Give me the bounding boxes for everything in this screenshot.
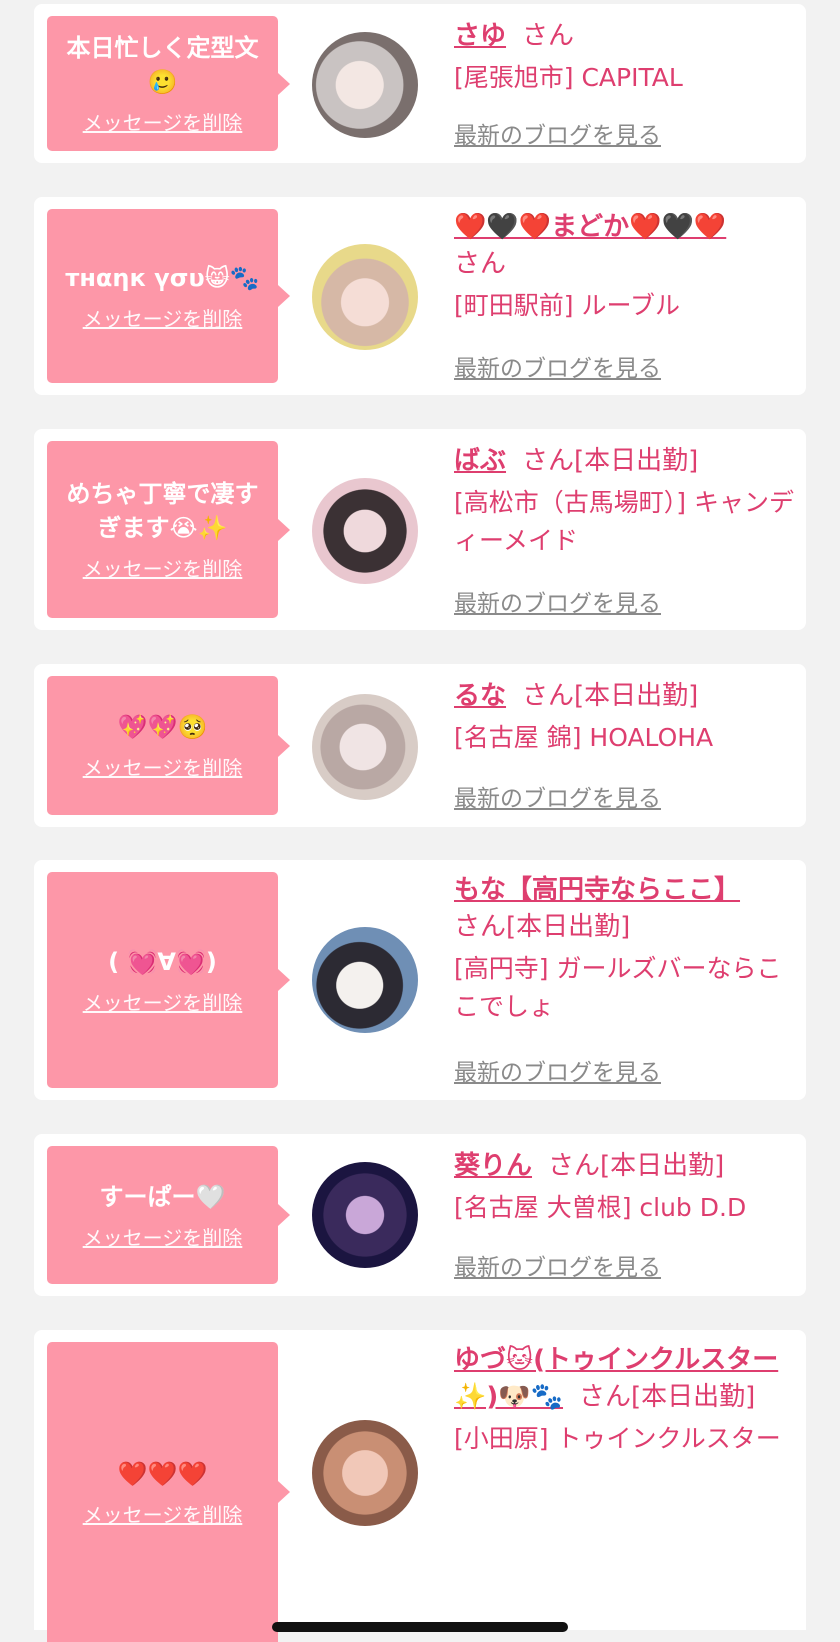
latest-blog-link[interactable]: 最新のブログを見る — [454, 1053, 661, 1087]
latest-blog-link[interactable]: 最新のブログを見る — [454, 779, 661, 813]
delete-message-link[interactable]: メッセージを削除 — [83, 987, 243, 1016]
honorific: さん — [522, 21, 575, 51]
message-bubble: すーぱー🤍 メッセージを削除 — [47, 1146, 290, 1284]
message-bubble: めちゃ丁寧で凄す ぎます😭✨ メッセージを削除 — [47, 441, 290, 618]
list-item: тнαηк үσυ😸🐾 メッセージを削除 ❤️🖤❤️まどか❤️🖤❤️ さん [町田… — [34, 197, 806, 395]
message-text: 本日忙しく定型文 🥲 — [66, 34, 259, 96]
cast-name-link[interactable]: ❤️🖤❤️まどか❤️🖤❤️ — [454, 212, 726, 242]
cast-name-link[interactable]: さゆ — [454, 21, 506, 51]
cast-name-link[interactable]: もな【高円寺ならここ】 — [454, 875, 740, 905]
honorific: さん — [522, 446, 575, 476]
message-text: めちゃ丁寧で凄す ぎます😭✨ — [66, 480, 259, 542]
cast-name-link[interactable]: 葵りん — [454, 1151, 532, 1181]
shop-name: [高円寺] ガールズバーならここでしょ — [454, 954, 782, 1021]
honorific: さん — [579, 1382, 632, 1412]
avatar[interactable] — [312, 1162, 418, 1268]
latest-blog-link[interactable]: 最新のブログを見る — [454, 116, 661, 150]
honorific: さん — [454, 249, 507, 279]
cast-name-link[interactable]: るな — [454, 681, 506, 711]
cast-info: ❤️🖤❤️まどか❤️🖤❤️ さん [町田駅前] ルーブル — [454, 209, 794, 325]
home-indicator — [272, 1622, 568, 1632]
avatar[interactable] — [312, 244, 418, 350]
attendance-status: [本日出勤] — [506, 912, 631, 942]
shop-name: [高松市（古馬場町）] キャンディーメイド — [454, 488, 794, 555]
shop-name: [名古屋 錦] HOALOHA — [454, 723, 714, 752]
message-bubble: ( 💓∀💓) メッセージを削除 — [47, 872, 290, 1088]
message-text: ❤️❤️❤️ — [117, 1459, 208, 1488]
cast-info: 葵りん さん[本日出勤] [名古屋 大曽根] club D.D — [454, 1148, 794, 1227]
latest-blog-link[interactable]: 最新のブログを見る — [454, 584, 661, 618]
honorific: さん — [548, 1151, 601, 1181]
list-item: ( 💓∀💓) メッセージを削除 もな【高円寺ならここ】 さん[本日出勤] [高円寺… — [34, 860, 806, 1100]
message-bubble: 💖💖🥺 メッセージを削除 — [47, 676, 290, 815]
avatar[interactable] — [312, 1420, 418, 1526]
attendance-status: [本日出勤] — [631, 1382, 756, 1412]
delete-message-link[interactable]: メッセージを削除 — [83, 303, 243, 332]
attendance-status: [本日出勤] — [600, 1151, 725, 1181]
message-text: тнαηк үσυ😸🐾 — [65, 263, 260, 292]
delete-message-link[interactable]: メッセージを削除 — [83, 553, 243, 582]
list-item: 💖💖🥺 メッセージを削除 るな さん[本日出勤] [名古屋 錦] HOALOHA … — [34, 664, 806, 827]
cast-info: るな さん[本日出勤] [名古屋 錦] HOALOHA — [454, 678, 794, 757]
cast-info: ばぶ さん[本日出勤] [高松市（古馬場町）] キャンディーメイド — [454, 443, 794, 560]
message-text: ( 💓∀💓) — [108, 947, 217, 976]
message-bubble: тнαηк үσυ😸🐾 メッセージを削除 — [47, 209, 290, 383]
delete-message-link[interactable]: メッセージを削除 — [83, 1222, 243, 1251]
avatar[interactable] — [312, 478, 418, 584]
message-bubble: 本日忙しく定型文 🥲 メッセージを削除 — [47, 16, 290, 151]
latest-blog-link[interactable]: 最新のブログを見る — [454, 349, 661, 383]
list-item: すーぱー🤍 メッセージを削除 葵りん さん[本日出勤] [名古屋 大曽根] clu… — [34, 1134, 806, 1296]
honorific: さん — [454, 912, 507, 942]
avatar[interactable] — [312, 32, 418, 138]
delete-message-link[interactable]: メッセージを削除 — [83, 107, 243, 136]
shop-name: [小田原] トゥインクルスター — [454, 1424, 781, 1453]
attendance-status: [本日出勤] — [574, 681, 699, 711]
avatar[interactable] — [312, 694, 418, 800]
list-item: めちゃ丁寧で凄す ぎます😭✨ メッセージを削除 ばぶ さん[本日出勤] [高松市（… — [34, 429, 806, 630]
shop-name: [町田駅前] ルーブル — [454, 291, 680, 320]
cast-info: さゆ さん [尾張旭市] CAPITAL — [454, 18, 794, 97]
shop-name: [名古屋 大曽根] club D.D — [454, 1193, 747, 1222]
honorific: さん — [522, 681, 575, 711]
avatar[interactable] — [312, 927, 418, 1033]
message-text: すーぱー🤍 — [99, 1182, 226, 1211]
latest-blog-link[interactable]: 最新のブログを見る — [454, 1248, 661, 1282]
shop-name: [尾張旭市] CAPITAL — [454, 63, 683, 92]
message-text: 💖💖🥺 — [117, 713, 208, 741]
delete-message-link[interactable]: メッセージを削除 — [83, 1499, 243, 1528]
cast-name-link[interactable]: ばぶ — [454, 446, 506, 476]
list-item: ❤️❤️❤️ メッセージを削除 ゆづ🐱(トゥインクルスター✨)🐶🐾 さん[本日出勤… — [34, 1330, 806, 1642]
list-item: 本日忙しく定型文 🥲 メッセージを削除 さゆ さん [尾張旭市] CAPITAL … — [34, 4, 806, 163]
attendance-status: [本日出勤] — [574, 446, 699, 476]
delete-message-link[interactable]: メッセージを削除 — [83, 752, 243, 781]
message-bubble: ❤️❤️❤️ メッセージを削除 — [47, 1342, 290, 1642]
cast-info: もな【高円寺ならここ】 さん[本日出勤] [高円寺] ガールズバーならここでしょ — [454, 872, 794, 1026]
cast-info: ゆづ🐱(トゥインクルスター✨)🐶🐾 さん[本日出勤] [小田原] トゥインクルスタ… — [454, 1342, 794, 1458]
